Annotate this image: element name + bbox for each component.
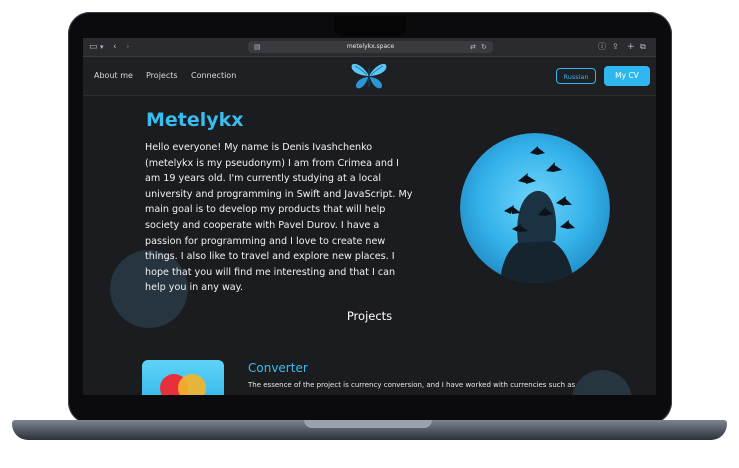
page-title: Metelykx [146, 109, 244, 131]
share-icon[interactable]: ⇪ [612, 41, 619, 53]
site-nav: About me Projects Connection Russian My … [83, 57, 656, 96]
projects-heading: Projects [346, 309, 393, 323]
tabs-icon[interactable]: ⧉ [640, 41, 646, 53]
chevron-down-icon[interactable]: ▾ [100, 41, 104, 53]
browser-toolbar: ▭ ▾ ‹ › ▤ metelykx.space ⇄ ↻ ⓘ ⇪ + ⧉ [83, 38, 656, 57]
browser-window: ▭ ▾ ‹ › ▤ metelykx.space ⇄ ↻ ⓘ ⇪ + ⧉ Abo… [83, 38, 656, 395]
nav-link-projects[interactable]: Projects [146, 70, 178, 82]
butterfly-icon[interactable] [349, 61, 389, 91]
project-thumbnail[interactable] [142, 360, 224, 395]
download-icon[interactable]: ⓘ [598, 41, 606, 53]
sidebar-icon[interactable]: ▭ [89, 41, 98, 53]
translate-icon[interactable]: ⇄ [470, 41, 476, 53]
forward-icon[interactable]: › [126, 41, 130, 53]
nav-link-about[interactable]: About me [94, 70, 133, 82]
my-cv-button[interactable]: My CV [604, 66, 650, 86]
back-icon[interactable]: ‹ [113, 41, 117, 53]
mastercard-icon [160, 374, 206, 395]
new-tab-icon[interactable]: + [627, 41, 635, 53]
bio-text: Hello everyone! My name is Denis Ivashch… [145, 142, 413, 294]
profile-avatar [460, 133, 610, 283]
reload-icon[interactable]: ↻ [481, 41, 487, 53]
url-text: metelykx.space [346, 43, 395, 50]
nav-link-connection[interactable]: Connection [191, 70, 236, 82]
laptop-hinge-groove [304, 420, 432, 428]
address-bar[interactable]: ▤ metelykx.space ⇄ ↻ [248, 41, 493, 53]
language-button[interactable]: Russian [556, 68, 596, 84]
camera-notch [334, 16, 406, 36]
project-description: The essence of the project is currency c… [248, 381, 576, 389]
project-title[interactable]: Converter [248, 360, 308, 376]
